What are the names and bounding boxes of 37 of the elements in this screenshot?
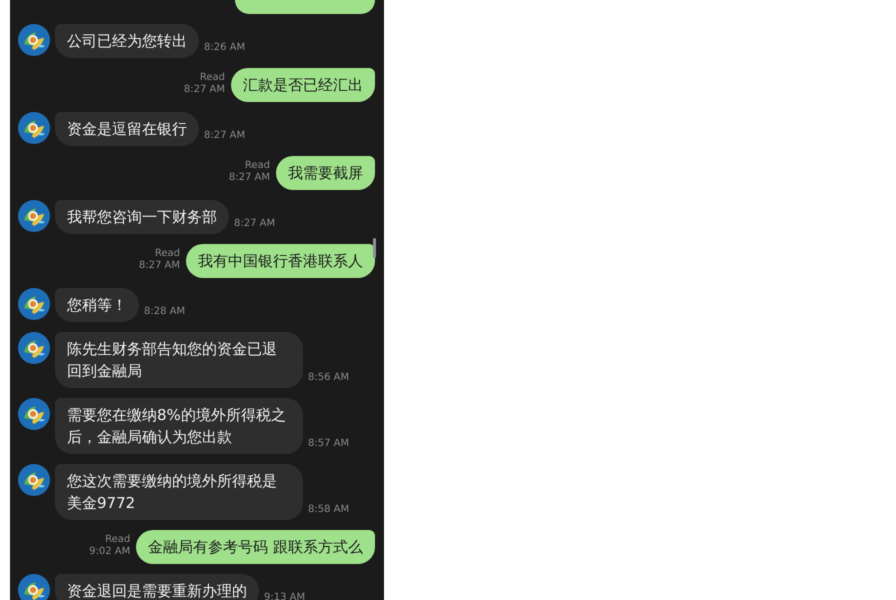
message-text: 需要您在缴纳8%的境外所得税之后，金融局确认为您出款 [67,405,287,448]
message-text: 公司已经为您转出 [67,31,187,52]
message-time: 8:28 AM [144,306,186,318]
message-time: 8:56 AM [308,372,350,384]
read-receipt: Read [200,72,225,84]
message-time: 8:27 AM [204,130,246,142]
avatar-icon[interactable] [18,574,50,600]
message-text: 资金是逗留在银行 [67,119,187,140]
message-text: 资金退回是需要重新办理的 [67,581,247,600]
message-text: 我需要截屏 [288,163,363,184]
message-text: 金融局有参考号码 跟联系方式么 [148,537,363,558]
scrollbar[interactable] [373,238,376,258]
message-time: 8:27 AM [234,218,276,230]
message-time: 8:58 AM [308,504,350,516]
avatar-icon[interactable] [18,112,50,144]
avatar-icon[interactable] [18,200,50,232]
avatar-icon[interactable] [18,398,50,430]
avatar-icon[interactable] [18,288,50,320]
read-receipt: Read [105,534,130,546]
message-text: 汇款是否已经汇出 [243,75,363,96]
message-time: 8:27 AM [138,260,180,272]
avatar-icon[interactable] [18,332,50,364]
message-time: 9:13 AM [264,592,306,600]
message-time: 9:02 AM [89,546,130,558]
message-text: 您稍等！ [67,295,127,316]
message-text: 我有中国银行香港联系人 [198,251,363,272]
message-text: 陈先生财务部告知您的资金已退回到金融局 [67,339,278,382]
message-text: 您这次需要缴纳的境外所得税是美金9772 [67,471,278,514]
read-receipt: Read [244,160,270,172]
message-time: 8:26 AM [204,42,246,54]
avatar-icon[interactable] [18,24,50,56]
message-time: 8:27 AM [184,84,225,96]
message-text: 我帮您咨询一下财务部 [67,207,217,228]
read-receipt: Read [154,248,180,260]
avatar-icon[interactable] [18,464,50,496]
message-time: 8:27 AM [228,172,270,184]
message-time: 8:57 AM [308,438,350,450]
